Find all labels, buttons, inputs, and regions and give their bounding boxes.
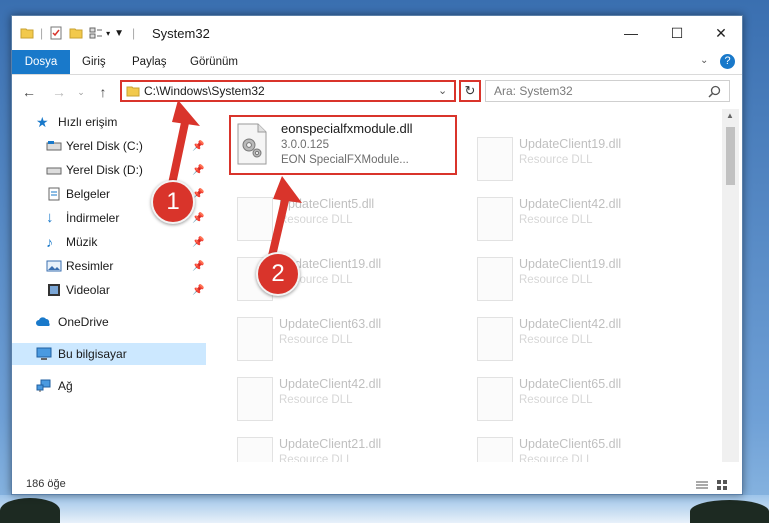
arrow-1-line (168, 114, 190, 188)
callout-badge-2: 2 (256, 252, 300, 296)
callout-badge-1: 1 (151, 180, 195, 224)
arrow-1-head (172, 100, 200, 126)
arrow-2-head (273, 176, 302, 203)
arrow-2-line (268, 192, 290, 260)
annotation-arrows (168, 100, 302, 260)
